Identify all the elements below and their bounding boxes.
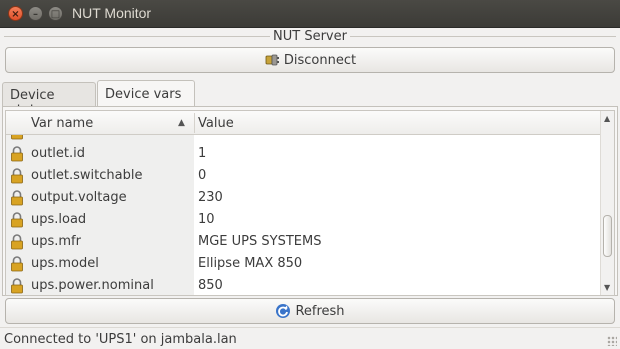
disconnect-label: Disconnect (283, 52, 357, 68)
var-name: ups.load (31, 212, 87, 227)
close-icon: × (11, 9, 20, 20)
resize-grip-icon[interactable] (607, 336, 617, 346)
lock-icon (11, 135, 23, 140)
table-header: Var name ▲ Value (6, 111, 600, 135)
var-value: 0 (198, 168, 207, 183)
var-value: 1 (198, 146, 207, 161)
var-name: ups.model (31, 256, 99, 271)
lock-icon (11, 278, 23, 294)
column-separator[interactable] (194, 113, 195, 133)
name-cell: outlet.id (6, 143, 194, 165)
close-window-button[interactable]: × (8, 6, 23, 21)
name-cell: output.voltage (6, 187, 194, 209)
refresh-icon (276, 304, 291, 318)
table-row[interactable]: outlet.id 1 (6, 143, 600, 165)
minimize-window-button[interactable]: – (28, 6, 43, 21)
table-row[interactable]: outlet.desc Main Outlet (6, 135, 600, 143)
lock-icon (11, 212, 23, 228)
var-value: 230 (198, 190, 223, 205)
var-name: output.voltage (31, 190, 127, 205)
table-row[interactable]: ups.power.nominal 850 (6, 275, 600, 295)
connection-status: Connected to 'UPS1' on jambala.lan (4, 332, 237, 347)
lock-icon (11, 256, 23, 272)
column-header-value[interactable]: Value (198, 116, 234, 131)
table-row[interactable]: ups.model Ellipse MAX 850 (6, 253, 600, 275)
window-title: NUT Monitor (72, 5, 152, 21)
title-bar: × – □ NUT Monitor (0, 0, 620, 28)
name-cell: ups.mfr (6, 231, 194, 253)
var-name: ups.power.nominal (31, 278, 154, 293)
tab-device-status[interactable]: Device status (2, 82, 96, 118)
lock-icon (11, 168, 23, 184)
server-section-label: NUT Server (273, 29, 347, 44)
disconnect-button[interactable]: Disconnect (5, 47, 615, 73)
tab-device-vars[interactable]: Device vars (97, 80, 195, 107)
var-name: ups.mfr (31, 234, 81, 249)
tab-bar: Device status Device vars (2, 80, 618, 118)
var-value: MGE UPS SYSTEMS (198, 234, 322, 249)
var-name: outlet.desc (31, 135, 103, 139)
var-name: outlet.switchable (31, 168, 143, 183)
var-name: outlet.id (31, 146, 85, 161)
lock-icon (11, 234, 23, 250)
scroll-up-icon[interactable]: ▲ (604, 114, 610, 123)
minimize-icon: – (33, 9, 38, 20)
table-row[interactable]: output.voltage 230 (6, 187, 600, 209)
lock-icon (11, 190, 23, 206)
maximize-window-button[interactable]: □ (48, 6, 63, 21)
refresh-label: Refresh (295, 303, 345, 319)
status-bar: Connected to 'UPS1' on jambala.lan (0, 327, 620, 349)
maximize-icon: □ (50, 9, 61, 20)
name-cell: outlet.desc (6, 135, 194, 143)
table-row[interactable]: ups.mfr MGE UPS SYSTEMS (6, 231, 600, 253)
var-value: Main Outlet (198, 135, 273, 139)
plug-icon (265, 54, 279, 66)
refresh-button[interactable]: Refresh (5, 298, 615, 324)
name-cell: outlet.switchable (6, 165, 194, 187)
name-cell: ups.load (6, 209, 194, 231)
table-row[interactable]: outlet.switchable 0 (6, 165, 600, 187)
scrollbar-thumb[interactable] (603, 215, 612, 257)
scroll-down-icon[interactable]: ▼ (604, 283, 610, 292)
column-header-var-name[interactable]: Var name (31, 116, 93, 131)
sort-arrow-icon: ▲ (178, 118, 185, 128)
lock-icon (11, 146, 23, 162)
vars-table[interactable]: Var name ▲ Value outlet.descMain Outleto… (5, 110, 615, 296)
var-value: 10 (198, 212, 215, 227)
table-row[interactable]: ups.load 10 (6, 209, 600, 231)
table-rows: outlet.desc Main Outlet outlet.id 1 outlet.s… (6, 135, 600, 295)
vertical-scrollbar[interactable]: ▲ ▼ (600, 111, 614, 295)
table-body: outlet.desc Main Outlet outlet.id 1 outlet.s… (6, 135, 600, 295)
name-cell: ups.power.nominal (6, 275, 194, 295)
var-value: 850 (198, 278, 223, 293)
var-value: Ellipse MAX 850 (198, 256, 303, 271)
name-cell: ups.model (6, 253, 194, 275)
